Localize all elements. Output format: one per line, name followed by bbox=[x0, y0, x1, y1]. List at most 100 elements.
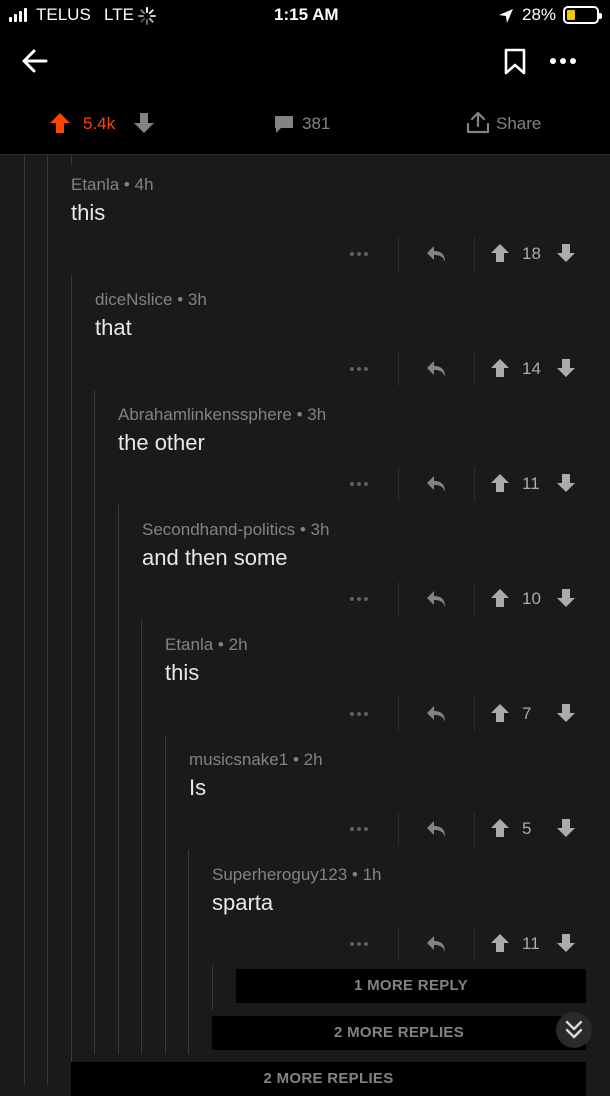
more-replies-button[interactable]: 1 MORE REPLY bbox=[236, 969, 586, 1003]
upvote-icon[interactable] bbox=[490, 818, 510, 838]
action-divider bbox=[474, 812, 475, 846]
meta-separator: • bbox=[213, 635, 229, 654]
comment-author[interactable]: Abrahamlinkenssphere • 3h bbox=[118, 405, 326, 425]
reply-icon[interactable] bbox=[425, 474, 447, 494]
comment-more-icon[interactable] bbox=[349, 481, 369, 487]
comment-author-name[interactable]: Etanla bbox=[71, 175, 119, 194]
action-divider bbox=[474, 582, 475, 616]
downvote-icon[interactable] bbox=[556, 818, 576, 838]
thread-line[interactable] bbox=[71, 275, 72, 1084]
meta-separator: • bbox=[295, 520, 311, 539]
comment-score: 5 bbox=[522, 819, 532, 838]
clock: 1:15 AM bbox=[274, 5, 339, 24]
more-options-icon[interactable] bbox=[549, 56, 577, 66]
comment-more-icon[interactable] bbox=[349, 826, 369, 832]
battery-icon bbox=[563, 6, 602, 24]
meta-separator: • bbox=[119, 175, 135, 194]
comment-author[interactable]: diceNslice • 3h bbox=[95, 290, 207, 310]
thread-line[interactable] bbox=[24, 155, 25, 1084]
comment-count[interactable]: 381 bbox=[302, 114, 330, 134]
comment-score: 14 bbox=[522, 359, 541, 378]
action-divider bbox=[398, 467, 399, 501]
comment-author[interactable]: Superheroguy123 • 1h bbox=[212, 865, 382, 885]
more-replies-button[interactable]: 2 MORE REPLIES bbox=[212, 1016, 586, 1050]
comment-author-name[interactable]: Etanla bbox=[165, 635, 213, 654]
comment-more-icon[interactable] bbox=[349, 366, 369, 372]
upvote-icon[interactable] bbox=[490, 473, 510, 493]
upvote-icon[interactable] bbox=[490, 358, 510, 378]
comment-author[interactable]: Secondhand-politics • 3h bbox=[142, 520, 329, 540]
downvote-icon[interactable] bbox=[556, 473, 576, 493]
upvote-icon[interactable] bbox=[490, 588, 510, 608]
thread-line[interactable] bbox=[71, 155, 72, 165]
comment-score: 10 bbox=[522, 589, 541, 608]
comment-body: that bbox=[95, 315, 132, 340]
action-divider bbox=[398, 927, 399, 961]
comment-author[interactable]: Etanla • 4h bbox=[71, 175, 154, 195]
thread-line[interactable] bbox=[47, 155, 48, 1084]
upvote-icon[interactable] bbox=[490, 703, 510, 723]
location-arrow-icon bbox=[499, 9, 513, 23]
thread-line[interactable] bbox=[165, 735, 166, 1054]
comment-author-name[interactable]: Secondhand-politics bbox=[142, 520, 295, 539]
comment-age: 1h bbox=[362, 865, 382, 884]
downvote-icon[interactable] bbox=[556, 358, 576, 378]
comment-author[interactable]: musicsnake1 • 2h bbox=[189, 750, 323, 770]
comment-age: 2h bbox=[303, 750, 323, 769]
share-button[interactable]: Share bbox=[496, 114, 541, 134]
reply-icon[interactable] bbox=[425, 359, 447, 379]
reply-icon[interactable] bbox=[425, 589, 447, 609]
post-upvote-icon[interactable] bbox=[49, 112, 71, 134]
comment-body: Is bbox=[189, 775, 207, 800]
upvote-icon[interactable] bbox=[490, 933, 510, 953]
thread-line[interactable] bbox=[118, 505, 119, 1054]
comment-more-icon[interactable] bbox=[349, 941, 369, 947]
post-downvote-icon[interactable] bbox=[133, 112, 155, 134]
comment-body: this bbox=[165, 660, 200, 685]
post-header: 5.4k 381 Share bbox=[0, 34, 610, 155]
bookmark-icon[interactable] bbox=[503, 48, 527, 76]
comment-age: 3h bbox=[310, 520, 330, 539]
share-icon[interactable] bbox=[465, 110, 491, 136]
reply-icon[interactable] bbox=[425, 704, 447, 724]
thread-line[interactable] bbox=[94, 390, 95, 1054]
comment-body: this bbox=[71, 200, 106, 225]
downvote-icon[interactable] bbox=[556, 588, 576, 608]
comment-more-icon[interactable] bbox=[349, 711, 369, 717]
comment-score: 11 bbox=[522, 934, 540, 953]
comment-author-name[interactable]: Abrahamlinkenssphere bbox=[118, 405, 292, 424]
reply-icon[interactable] bbox=[425, 244, 447, 264]
comment-more-icon[interactable] bbox=[349, 596, 369, 602]
back-arrow-icon[interactable] bbox=[20, 46, 50, 76]
comment-bubble-icon[interactable] bbox=[273, 114, 295, 134]
comment-author-name[interactable]: Superheroguy123 bbox=[212, 865, 347, 884]
action-divider bbox=[398, 237, 399, 271]
comment-author-name[interactable]: musicsnake1 bbox=[189, 750, 288, 769]
reply-icon[interactable] bbox=[425, 819, 447, 839]
comment-author-name[interactable]: diceNslice bbox=[95, 290, 172, 309]
comment-author[interactable]: Etanla • 2h bbox=[165, 635, 248, 655]
thread-line[interactable] bbox=[141, 620, 142, 1054]
action-divider bbox=[474, 352, 475, 386]
thread-line[interactable] bbox=[188, 850, 189, 1054]
thread-line[interactable] bbox=[212, 965, 213, 1010]
comment-score: 18 bbox=[522, 244, 541, 263]
carrier-name: TELUS bbox=[36, 5, 91, 24]
meta-separator: • bbox=[291, 405, 308, 424]
downvote-icon[interactable] bbox=[556, 703, 576, 723]
action-divider bbox=[398, 697, 399, 731]
upvote-icon[interactable] bbox=[490, 243, 510, 263]
collapse-thread-button[interactable] bbox=[556, 1012, 592, 1048]
action-divider bbox=[398, 582, 399, 616]
downvote-icon[interactable] bbox=[556, 933, 576, 953]
loading-spinner-icon bbox=[138, 7, 156, 25]
meta-separator: • bbox=[172, 290, 188, 309]
reply-icon[interactable] bbox=[425, 934, 447, 954]
comment-more-icon[interactable] bbox=[349, 251, 369, 257]
more-replies-button[interactable]: 2 MORE REPLIES bbox=[71, 1062, 586, 1096]
downvote-icon[interactable] bbox=[556, 243, 576, 263]
action-divider bbox=[474, 237, 475, 271]
post-score: 5.4k bbox=[83, 114, 116, 133]
comment-body: the other bbox=[118, 430, 205, 455]
comment-score: 11 bbox=[522, 474, 540, 493]
